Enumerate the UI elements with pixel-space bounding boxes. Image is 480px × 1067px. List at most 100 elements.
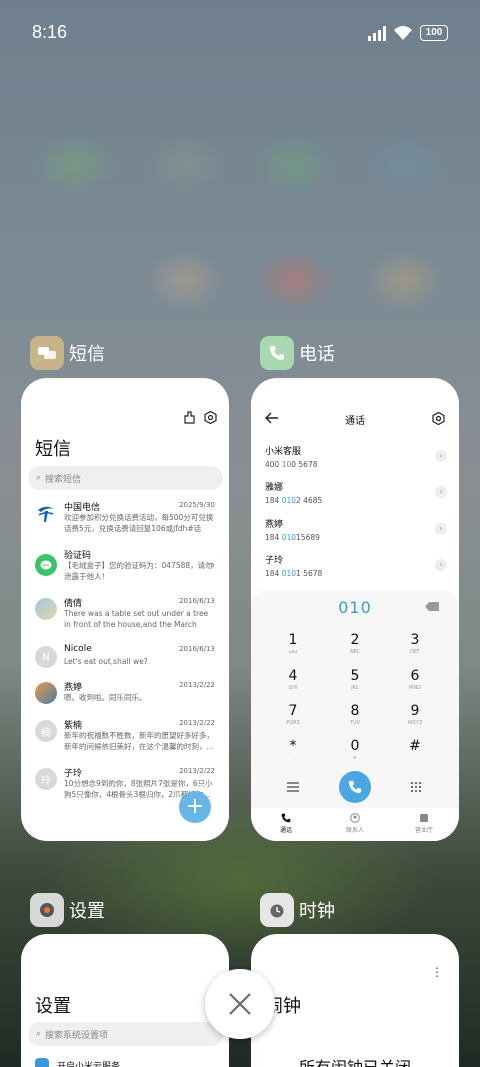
battery-indicator: 100 [420,25,448,41]
more-options-icon[interactable]: ⋮ [431,966,443,978]
dial-key-8[interactable]: 8 TUV [335,703,375,726]
chevron-right-icon[interactable]: › [435,559,447,571]
contact-number: 184 0102 4685 [265,496,323,505]
chevron-right-icon[interactable]: › [435,523,447,535]
phone-tab-icon [281,813,291,823]
messages-app-card[interactable]: 短信 ⌕ 搜索短信 中国电信 2025/9/30 欢迎参加积分兑换话费活动，每5… [21,378,229,841]
phone-app-card[interactable]: 通话 小米客服 400 100 5678 › 雅娜 184 0102 4685 … [251,378,459,841]
clock-app-card[interactable]: ⋮ 闹钟 所有闹钟已关闭 [251,934,459,1067]
dial-key-5[interactable]: 5 JKL [335,668,375,691]
store-tab-icon [420,814,428,822]
app-label-settings[interactable]: 设置 [30,893,105,927]
app-label-messages[interactable]: 短信 [30,336,105,370]
dial-key-6[interactable]: 6 MNO [395,668,435,691]
menu-icon[interactable] [287,782,299,792]
avatar [35,682,57,704]
avatar: 玲 [35,768,57,790]
contacts-tab-icon [350,813,360,823]
sender-name: 子玲 [64,769,83,779]
new-message-button[interactable]: + [179,791,211,823]
dial-key-0[interactable]: 0 + [335,738,375,761]
clean-icon[interactable] [183,411,196,424]
messages-app-icon [30,336,64,370]
message-date: 2016/6/13 [179,645,215,653]
page-title: 设置 [35,996,71,1017]
message-preview: There was a table set out under a tree i… [64,609,209,631]
sender-name: 中国电信 [64,503,101,513]
call-button[interactable] [339,771,371,803]
cloud-icon [35,1058,49,1067]
settings-gear-icon[interactable] [432,412,445,425]
message-date: 2013/2/22 [179,719,215,727]
search-placeholder: 搜索短信 [45,474,82,485]
phone-tab-bar: 通话 联系人 营业厅 [251,808,459,841]
list-item[interactable]: 倩倩 2016/6/13 There was a table set out u… [21,596,229,642]
chevron-right-icon[interactable]: › [435,450,447,462]
status-time: 8:16 [32,22,68,42]
list-item[interactable]: 验证码 【毛绒盒子】您的验证码为：047588，请勿泄露于他人！ › [21,548,229,594]
message-preview: 新年的祝福数不胜数，新年的愿望好多好多，新年的问候依旧美好，在这个温馨的时刻，.… [64,731,214,751]
dial-key-2[interactable]: 2 ABC [335,632,375,655]
contact-name: 子玲 [265,556,284,566]
app-name-phone: 电话 [299,344,335,365]
chevron-right-icon[interactable]: › [435,486,447,498]
china-telecom-logo-icon [35,502,57,524]
contact-number: 184 0101 5678 [265,569,323,578]
dial-key-9[interactable]: 9 WXYZ [395,703,435,726]
clear-all-button[interactable] [205,969,275,1039]
settings-item-cloud[interactable]: 开启小米云服务 [35,1058,120,1067]
settings-app-card[interactable]: 设置 ⌕ 搜索系统设置项 开启小米云服务 [21,934,229,1067]
app-label-clock[interactable]: 时钟 [260,893,335,927]
tab-contacts[interactable]: 联系人 [330,813,380,834]
search-input[interactable]: ⌕ 搜索短信 [28,466,223,490]
tab-service-hall[interactable]: 营业厅 [399,813,449,834]
dial-key-7[interactable]: 7 PQRS [273,703,313,726]
avatar [35,598,57,620]
contact-number: 184 01015689 [265,533,320,542]
keypad-grid-icon[interactable] [410,781,422,793]
settings-item-label: 开启小米云服务 [57,1061,121,1067]
app-name-settings: 设置 [69,901,105,922]
contact-number: 400 100 5678 [265,460,318,469]
list-item[interactable]: 中国电信 2025/9/30 欢迎参加积分兑换话费活动，每500分可兑换话费5元… [21,500,229,546]
sender-name: 紫楠 [64,721,83,731]
app-name-clock: 时钟 [299,901,335,922]
search-input[interactable]: ⌕ 搜索系统设置项 [28,1022,223,1046]
dial-key-3[interactable]: 3 DEF [395,632,435,655]
message-preview: 嗯。收到啦。同乐同乐。 [64,693,147,702]
sender-name: 倩倩 [64,599,83,609]
message-preview: Let's eat out,shall we? [64,657,148,666]
dial-key-1[interactable]: 1 ωω [273,632,313,655]
phone-app-icon [260,336,294,370]
dial-key-star[interactable]: *, [273,738,313,761]
alarm-status: 所有闹钟已关闭 [251,1054,459,1067]
tab-calls[interactable]: 通话 [261,813,311,834]
sender-name: 验证码 [64,551,92,561]
search-placeholder: 搜索系统设置项 [45,1030,109,1041]
avatar: N [35,646,57,668]
verification-chat-icon [35,554,57,576]
messages-toolbar [183,411,217,424]
chevron-right-icon: › [211,560,215,571]
dial-key-4[interactable]: 4 GHI [273,668,313,691]
page-title: 通话 [345,416,365,427]
page-title: 短信 [35,439,71,460]
list-item[interactable]: 楠 紫楠 2013/2/22 新年的祝福数不胜数，新年的愿望好多好多，新年的问候… [21,718,229,764]
search-icon: ⌕ [36,473,42,483]
contact-row[interactable]: 燕婷 184 01015689 › [265,517,447,547]
avatar: 楠 [35,720,57,742]
message-date: 2013/2/22 [179,767,215,775]
sender-name: 燕婷 [64,683,83,693]
status-bar: 8:16 100 [0,0,480,68]
contact-row[interactable]: 子玲 184 0101 5678 › [265,553,447,583]
message-date: 2025/9/30 [179,501,215,509]
contact-name: 燕婷 [265,520,284,530]
contact-row[interactable]: 小米客服 400 100 5678 › [265,444,447,474]
settings-gear-icon[interactable] [204,411,217,424]
phone-icon [348,780,362,794]
wifi-icon [394,26,412,40]
signal-icon [368,26,386,41]
dial-key-hash[interactable]: # [395,738,435,755]
app-label-phone[interactable]: 电话 [260,336,335,370]
contact-row[interactable]: 雅娜 184 0102 4685 › [265,480,447,510]
